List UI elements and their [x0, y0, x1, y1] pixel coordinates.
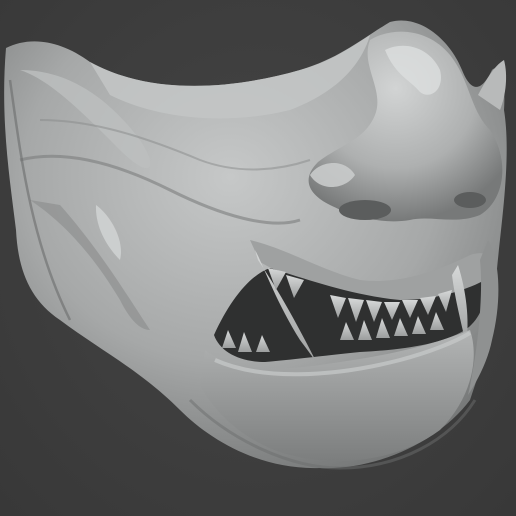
right-nostril	[454, 192, 486, 208]
left-nostril	[339, 200, 391, 220]
render-viewport	[0, 0, 516, 516]
mask-render	[4, 20, 507, 470]
